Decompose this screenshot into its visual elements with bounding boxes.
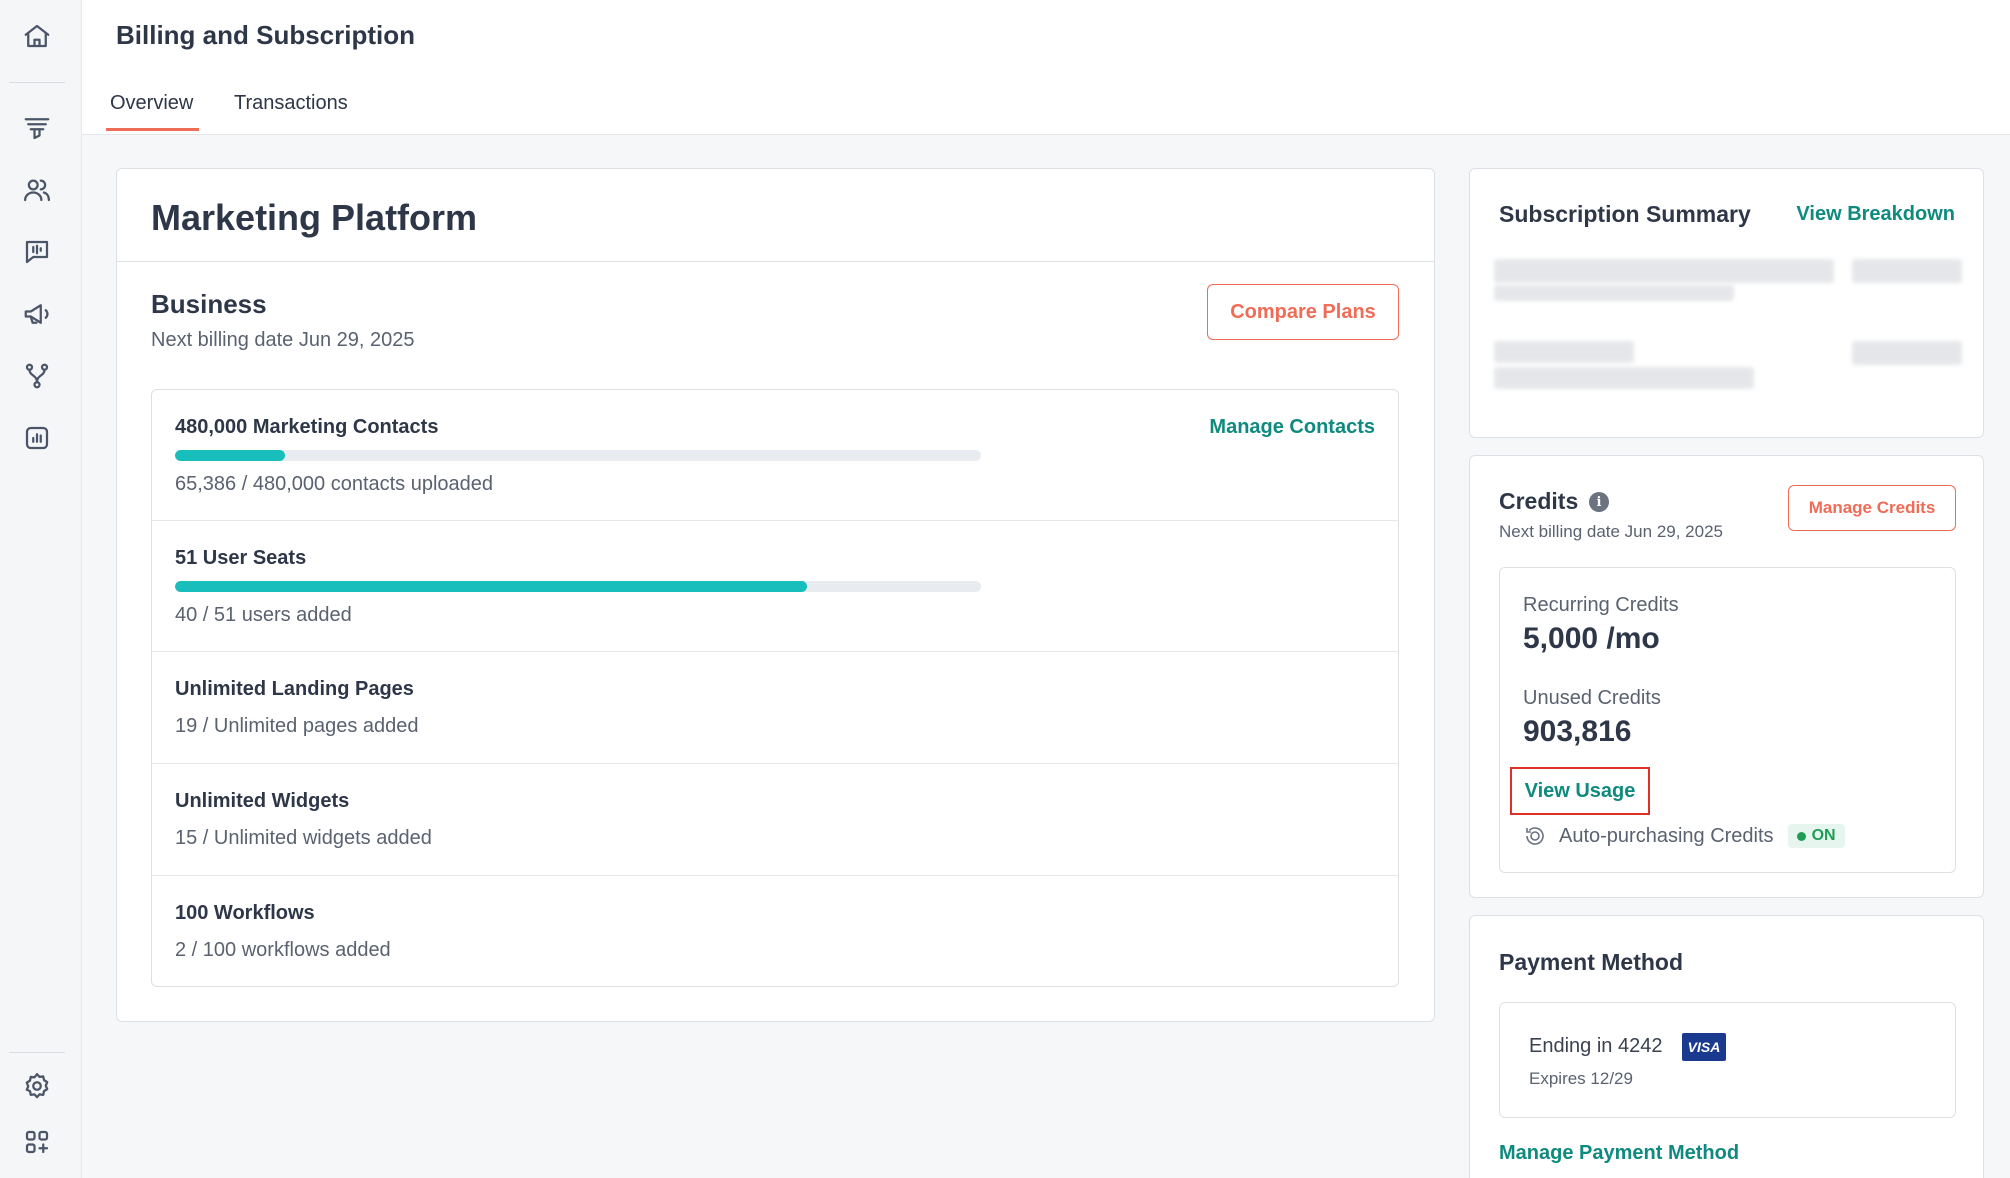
product-title: Marketing Platform <box>151 197 478 238</box>
subscription-summary-title: Subscription Summary <box>1499 201 1751 227</box>
view-usage-link[interactable]: View Usage <box>1510 767 1650 815</box>
auto-purchase-row: Auto-purchasing Credits ON <box>1523 824 1845 848</box>
redacted-line-item-sub <box>1494 285 1734 301</box>
usage-row-contacts: 480,000 Marketing Contacts Manage Contac… <box>152 390 1398 521</box>
plan-billing-date: Next billing date Jun 29, 2025 <box>151 329 415 351</box>
credits-details: Recurring Credits 5,000 /mo Unused Credi… <box>1499 567 1956 873</box>
plan-card: Marketing Platform Business Next billing… <box>116 168 1435 1022</box>
credits-billing-date: Next billing date Jun 29, 2025 <box>1499 522 1723 541</box>
page-title: Billing and Subscription <box>116 20 415 50</box>
usage-row-landing-pages: Unlimited Landing Pages 19 / Unlimited p… <box>152 652 1398 764</box>
plan-name: Business <box>151 289 267 319</box>
usage-sub: 19 / Unlimited pages added <box>175 715 419 737</box>
usage-sub: 15 / Unlimited widgets added <box>175 827 432 849</box>
reports-icon[interactable] <box>19 420 55 456</box>
usage-sub: 2 / 100 workflows added <box>175 939 391 961</box>
status-text: ON <box>1811 827 1836 844</box>
chat-icon[interactable] <box>19 234 55 270</box>
redacted-line-item <box>1494 341 1634 363</box>
credits-title: Credits <box>1499 488 1579 514</box>
usage-label: 51 User Seats <box>175 547 307 569</box>
sidebar-divider-bottom <box>9 1052 65 1053</box>
tab-transactions[interactable]: Transactions <box>234 92 348 115</box>
redacted-amount <box>1852 341 1962 365</box>
view-breakdown-link[interactable]: View Breakdown <box>1796 203 1955 226</box>
megaphone-icon[interactable] <box>19 296 55 332</box>
manage-contacts-link[interactable]: Manage Contacts <box>1209 416 1375 439</box>
usage-label: 100 Workflows <box>175 902 315 924</box>
seats-progress-fill <box>175 581 807 592</box>
auto-purchase-icon <box>1526 827 1544 845</box>
auto-purchase-status-badge[interactable]: ON <box>1787 824 1845 848</box>
seats-progress-bar <box>175 581 981 592</box>
usage-label: 480,000 Marketing Contacts <box>175 416 439 438</box>
credits-card: Credits i Next billing date Jun 29, 2025… <box>1469 455 1984 898</box>
apps-icon[interactable] <box>19 1124 55 1160</box>
unused-credits-value: 903,816 <box>1523 715 1632 748</box>
usage-label: Unlimited Landing Pages <box>175 678 414 700</box>
usage-label: Unlimited Widgets <box>175 790 350 812</box>
usage-sub: 40 / 51 users added <box>175 604 352 626</box>
sidebar <box>0 0 82 1178</box>
unused-credits-label: Unused Credits <box>1523 687 1661 709</box>
funnel-icon[interactable] <box>19 110 55 146</box>
redacted-line-item <box>1494 259 1834 283</box>
compare-plans-button[interactable]: Compare Plans <box>1207 284 1399 340</box>
settings-icon[interactable] <box>19 1068 55 1104</box>
visa-logo: VISA <box>1682 1033 1726 1061</box>
sidebar-divider <box>9 82 65 83</box>
contacts-progress-fill <box>175 450 285 461</box>
manage-payment-method-link[interactable]: Manage Payment Method <box>1499 1142 1739 1165</box>
redacted-amount <box>1852 259 1962 283</box>
page-header: Billing and Subscription Overview Transa… <box>82 0 2010 135</box>
usage-list: 480,000 Marketing Contacts Manage Contac… <box>151 389 1399 987</box>
card-details: Ending in 4242 VISA Expires 12/29 <box>1499 1002 1956 1118</box>
recurring-credits-label: Recurring Credits <box>1523 594 1679 616</box>
manage-credits-button[interactable]: Manage Credits <box>1788 485 1956 531</box>
contacts-progress-bar <box>175 450 981 461</box>
tab-overview[interactable]: Overview <box>105 92 200 131</box>
info-icon[interactable]: i <box>1589 492 1609 512</box>
auto-purchase-label: Auto-purchasing Credits <box>1559 824 1774 847</box>
payment-method-card: Payment Method Ending in 4242 VISA Expir… <box>1469 915 1984 1178</box>
subscription-summary-card: Subscription Summary View Breakdown <box>1469 168 1984 438</box>
redacted-line-item-sub <box>1494 367 1754 389</box>
payment-method-title: Payment Method <box>1499 949 1684 975</box>
recurring-credits-value: 5,000 /mo <box>1523 622 1660 655</box>
usage-row-workflows: 100 Workflows 2 / 100 workflows added <box>152 876 1398 986</box>
workflow-icon[interactable] <box>19 358 55 394</box>
usage-row-widgets: Unlimited Widgets 15 / Unlimited widgets… <box>152 764 1398 876</box>
card-ending: Ending in 4242 <box>1529 1035 1663 1057</box>
card-expiry: Expires 12/29 <box>1529 1069 1633 1088</box>
contacts-icon[interactable] <box>19 172 55 208</box>
usage-row-seats: 51 User Seats 40 / 51 users added <box>152 521 1398 652</box>
plan-card-header: Marketing Platform <box>117 169 1434 262</box>
home-icon[interactable] <box>19 18 55 54</box>
status-dot <box>1796 831 1806 841</box>
usage-sub: 65,386 / 480,000 contacts uploaded <box>175 473 494 495</box>
